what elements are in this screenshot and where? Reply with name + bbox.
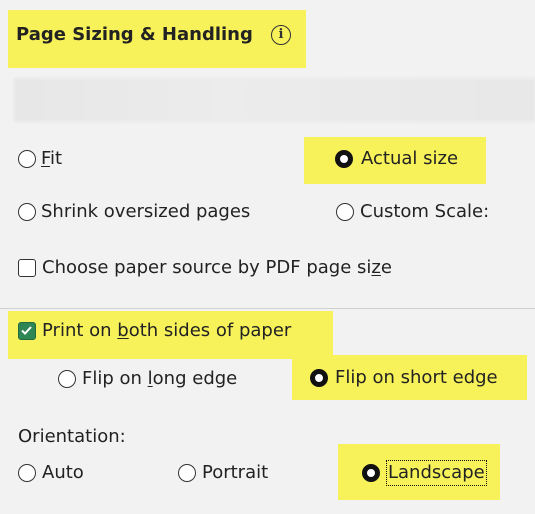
orientation-landscape-radio[interactable] <box>362 464 380 482</box>
orientation-auto-label[interactable]: Auto <box>42 462 84 484</box>
section-title: Page Sizing & Handling <box>16 24 253 45</box>
custom-scale-label[interactable]: Custom Scale: <box>360 201 489 223</box>
custom-scale-radio[interactable] <box>336 203 354 221</box>
orientation-label: Orientation: <box>18 426 126 447</box>
blurred-content-area <box>14 78 535 122</box>
flip-short-edge-label[interactable]: Flip on short edge <box>335 367 498 389</box>
print-both-sides-label[interactable]: Print on both sides of paper <box>42 320 291 342</box>
checkmark-icon <box>21 326 32 335</box>
page-sizing-panel: Page Sizing & Handling i Fit Actual size… <box>0 0 535 514</box>
section-divider <box>0 308 535 309</box>
fit-radio[interactable] <box>18 150 36 168</box>
actual-size-label[interactable]: Actual size <box>361 148 458 170</box>
actual-size-radio[interactable] <box>335 150 353 168</box>
paper-source-label[interactable]: Choose paper source by PDF page size <box>42 257 392 279</box>
print-both-sides-checkbox[interactable] <box>18 322 36 340</box>
shrink-oversized-label[interactable]: Shrink oversized pages <box>41 201 250 223</box>
info-icon[interactable]: i <box>271 25 291 45</box>
paper-source-checkbox[interactable] <box>18 259 36 277</box>
orientation-auto-radio[interactable] <box>18 464 36 482</box>
flip-short-edge-radio[interactable] <box>310 369 328 387</box>
orientation-portrait-label[interactable]: Portrait <box>202 462 268 484</box>
orientation-landscape-label[interactable]: Landscape <box>386 460 487 486</box>
flip-long-edge-radio[interactable] <box>58 370 76 388</box>
shrink-oversized-radio[interactable] <box>18 203 36 221</box>
flip-long-edge-label[interactable]: Flip on long edge <box>82 368 237 390</box>
orientation-portrait-radio[interactable] <box>178 464 196 482</box>
fit-label[interactable]: Fit <box>41 148 62 170</box>
